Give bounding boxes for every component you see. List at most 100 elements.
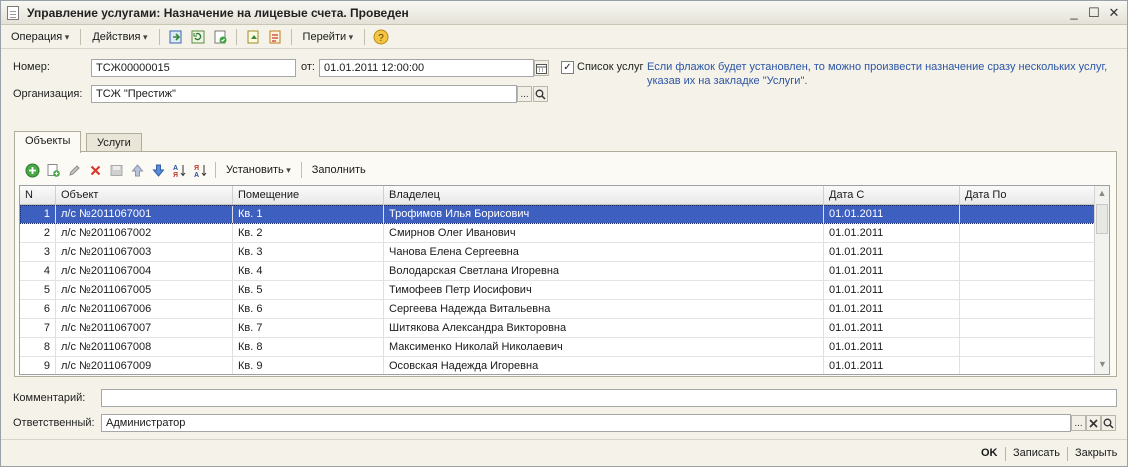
cell-object: л/с №2011067003 <box>56 243 233 261</box>
help-icon[interactable]: ? <box>372 28 390 46</box>
column-header-date-to[interactable]: Дата По <box>960 186 1096 204</box>
cell-owner: Чанова Елена Сергеевна <box>384 243 824 261</box>
cell-premises: Кв. 2 <box>233 224 384 242</box>
number-label: Номер: <box>13 61 50 73</box>
cell-n: 4 <box>20 262 56 280</box>
cell-date-from: 01.01.2011 <box>824 224 960 242</box>
move-up-icon[interactable] <box>128 161 146 179</box>
number-field[interactable]: ТСЖ00000015 <box>91 59 296 77</box>
goto-menu[interactable]: Перейти <box>299 31 358 43</box>
date-field[interactable]: 01.01.2011 12:00:00 <box>319 59 534 77</box>
table-row[interactable]: 8 л/с №2011067008 Кв. 8 Максименко Николай … <box>20 338 1109 357</box>
column-header-n[interactable]: N <box>20 186 56 204</box>
responsible-open-button[interactable] <box>1101 415 1116 431</box>
ok-button[interactable]: OK <box>981 447 998 459</box>
responsible-select-button[interactable]: ... <box>1071 415 1086 431</box>
comment-label: Комментарий: <box>13 392 86 404</box>
cell-date-from: 01.01.2011 <box>824 338 960 356</box>
table-row[interactable]: 1 л/с №2011067001 Кв. 1 Трофимов Илья Борис… <box>20 205 1109 224</box>
document-window: Управление услугами: Назначение на лицев… <box>0 0 1128 467</box>
actions-menu[interactable]: Действия <box>88 31 151 43</box>
column-header-date-from[interactable]: Дата С <box>824 186 960 204</box>
delete-row-icon[interactable] <box>86 161 104 179</box>
tab-services[interactable]: Услуги <box>86 133 142 153</box>
column-header-premises[interactable]: Помещение <box>233 186 384 204</box>
footer-separator <box>1005 447 1006 461</box>
movements-icon[interactable] <box>266 28 284 46</box>
cell-object: л/с №2011067005 <box>56 281 233 299</box>
responsible-clear-button[interactable] <box>1086 415 1101 431</box>
close-button[interactable]: Закрыть <box>1075 447 1117 459</box>
tab-objects[interactable]: Объекты <box>14 131 82 153</box>
svg-text:A: A <box>173 165 178 172</box>
table-row[interactable]: 3 л/с №2011067003 Кв. 3 Чанова Елена Сергее… <box>20 243 1109 262</box>
sort-ascending-icon[interactable]: AЯ <box>170 161 188 179</box>
sort-descending-icon[interactable]: ЯA <box>191 161 209 179</box>
maximize-button[interactable]: ☐ <box>1087 5 1101 21</box>
table-row[interactable]: 4 л/с №2011067004 Кв. 4 Володарская Светлан… <box>20 262 1109 281</box>
edit-row-icon[interactable] <box>65 161 83 179</box>
bottom-button-bar: OK Записать Закрыть <box>1 439 1127 467</box>
cell-date-from: 01.01.2011 <box>824 205 960 223</box>
svg-text:A: A <box>194 172 199 178</box>
objects-table[interactable]: N Объект Помещение Владелец Дата С Дата … <box>19 185 1110 375</box>
organization-select-button[interactable]: ... <box>517 86 532 102</box>
cell-date-to <box>960 300 1096 318</box>
cell-object: л/с №2011067009 <box>56 357 233 374</box>
table-row[interactable]: 2 л/с №2011067002 Кв. 2 Смирнов Олег Иванов… <box>20 224 1109 243</box>
table-row[interactable]: 9 л/с №2011067009 Кв. 9 Осовская Надежда Иг… <box>20 357 1109 374</box>
toolbar-separator <box>215 162 216 178</box>
fill-button[interactable]: Заполнить <box>308 164 370 176</box>
responsible-field[interactable]: Администратор <box>101 414 1071 432</box>
create-based-on-icon[interactable] <box>244 28 262 46</box>
operation-menu[interactable]: Операция <box>7 31 73 43</box>
cell-n: 5 <box>20 281 56 299</box>
comment-field[interactable] <box>101 389 1117 407</box>
cell-owner: Трофимов Илья Борисович <box>384 205 824 223</box>
cell-premises: Кв. 3 <box>233 243 384 261</box>
scroll-down-icon[interactable]: ▼ <box>1095 357 1109 372</box>
cell-n: 9 <box>20 357 56 374</box>
cell-date-from: 01.01.2011 <box>824 243 960 261</box>
column-header-owner[interactable]: Владелец <box>384 186 824 204</box>
date-label: от: <box>301 61 315 73</box>
end-edit-icon[interactable] <box>107 161 125 179</box>
minimize-button[interactable]: _ <box>1067 5 1081 21</box>
organization-field[interactable]: ТСЖ "Престиж" <box>91 85 517 103</box>
cell-date-to <box>960 319 1096 337</box>
table-row[interactable]: 7 л/с №2011067007 Кв. 7 Шитякова Александра… <box>20 319 1109 338</box>
set-menu[interactable]: Установить <box>222 164 295 176</box>
toolbar-separator <box>300 162 302 178</box>
copy-row-icon[interactable] <box>44 161 62 179</box>
search-icon <box>1103 418 1114 429</box>
table-body: 1 л/с №2011067001 Кв. 1 Трофимов Илья Борис… <box>20 205 1109 374</box>
document-icon <box>7 5 19 20</box>
table-row[interactable]: 5 л/с №2011067005 Кв. 5 Тимофеев Петр Иосиф… <box>20 281 1109 300</box>
cell-owner: Смирнов Олег Иванович <box>384 224 824 242</box>
window-title: Управление услугами: Назначение на лицев… <box>27 5 409 20</box>
cell-date-to <box>960 224 1096 242</box>
organization-open-button[interactable] <box>533 86 548 102</box>
post-and-close-icon[interactable] <box>167 28 185 46</box>
scroll-thumb[interactable] <box>1096 204 1108 234</box>
post-icon[interactable] <box>211 28 229 46</box>
move-down-icon[interactable] <box>149 161 167 179</box>
cell-object: л/с №2011067002 <box>56 224 233 242</box>
services-list-checkbox[interactable]: ✓ <box>561 61 574 74</box>
save-button[interactable]: Записать <box>1013 447 1060 459</box>
table-row[interactable]: 6 л/с №2011067006 Кв. 6 Сергеева Надежда Ви… <box>20 300 1109 319</box>
cell-n: 3 <box>20 243 56 261</box>
cell-n: 1 <box>20 205 56 223</box>
add-row-icon[interactable] <box>23 161 41 179</box>
close-window-button[interactable]: ✕ <box>1107 5 1121 21</box>
cell-date-to <box>960 262 1096 280</box>
scroll-up-icon[interactable]: ▲ <box>1095 186 1109 201</box>
table-vertical-scrollbar[interactable]: ▲ ▼ <box>1094 186 1109 374</box>
cell-date-to <box>960 357 1096 374</box>
cell-date-from: 01.01.2011 <box>824 300 960 318</box>
calendar-button[interactable] <box>534 60 549 76</box>
refresh-icon[interactable] <box>189 28 207 46</box>
toolbar-separator <box>290 28 292 45</box>
column-header-object[interactable]: Объект <box>56 186 233 204</box>
toolbar-separator <box>364 28 366 45</box>
